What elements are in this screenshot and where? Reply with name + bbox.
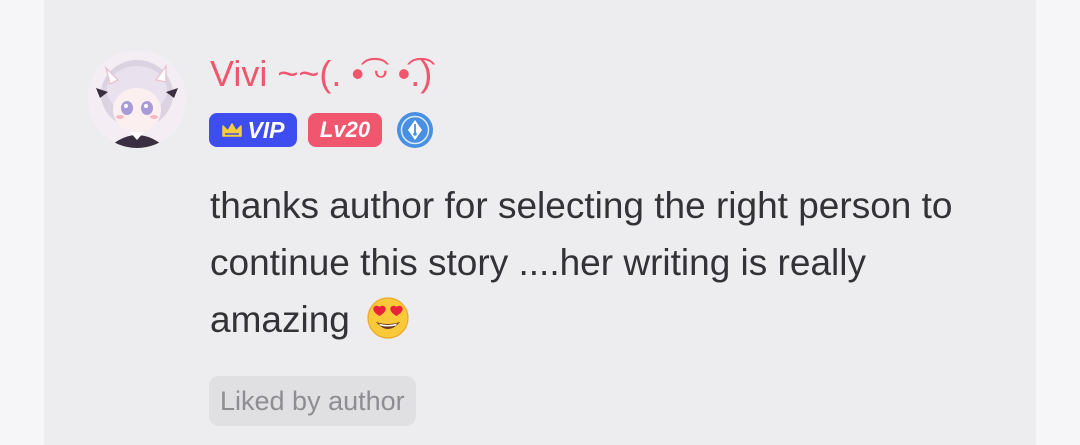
level-badge[interactable]: Lv20 [308, 113, 382, 147]
pen-nib-badge-icon[interactable] [396, 111, 434, 149]
vip-badge[interactable]: VIP [209, 113, 297, 147]
comment-card: Vivi ~~(. •͡ ᵕ •͡.) VIP Lv20 thanks auth… [44, 0, 1036, 445]
avatar-image [88, 50, 186, 148]
liked-by-author-badge: Liked by author [209, 376, 416, 426]
heart-eyes-emoji [367, 297, 409, 339]
crown-icon [222, 123, 243, 137]
user-badges: VIP Lv20 [209, 112, 434, 148]
level-badge-label: Lv20 [319, 117, 371, 142]
vip-badge-label: VIP [247, 116, 285, 143]
username[interactable]: Vivi ~~(. •͡ ᵕ •͡.) [210, 52, 432, 96]
comment-text: thanks author for selecting the right pe… [210, 185, 953, 340]
comment-text-block: thanks author for selecting the right pe… [210, 177, 990, 348]
avatar[interactable] [88, 50, 186, 148]
